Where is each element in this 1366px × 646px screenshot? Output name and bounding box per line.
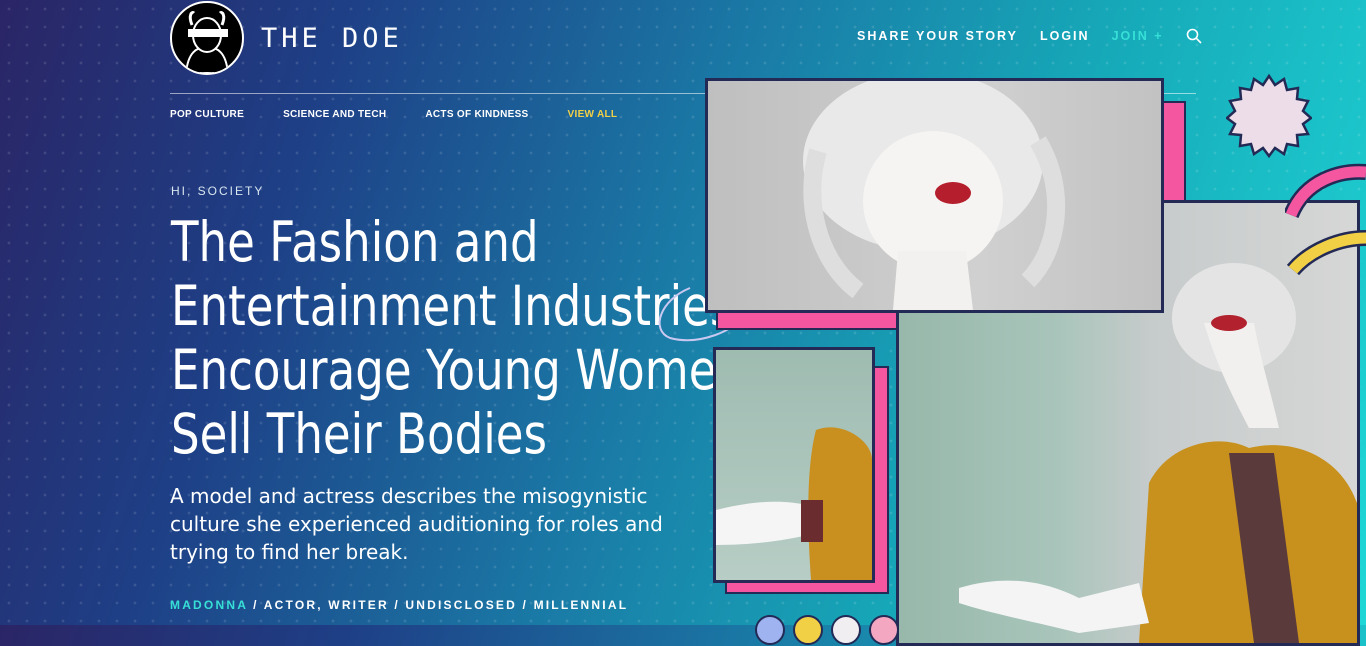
category-science-tech[interactable]: SCIENCE AND TECH xyxy=(283,109,386,120)
mannequin-arm-illustration xyxy=(716,427,872,580)
category-nav: POP CULTURE SCIENCE AND TECH ACTS OF KIN… xyxy=(170,109,656,120)
headline-line: The Fashion and xyxy=(171,210,539,274)
search-icon[interactable] xyxy=(1186,28,1202,44)
article-headline[interactable]: The Fashion and Entertainment Industries… xyxy=(171,210,805,466)
share-story-link[interactable]: SHARE YOUR STORY xyxy=(857,29,1018,43)
author-name[interactable]: MADONNA xyxy=(170,598,248,612)
category-acts-of-kindness[interactable]: ACTS OF KINDNESS xyxy=(425,109,528,120)
carousel-dots xyxy=(755,615,907,645)
article-dek: A model and actress describes the misogy… xyxy=(170,484,663,564)
category-pop-culture[interactable]: POP CULTURE xyxy=(170,109,244,120)
carousel-dot[interactable] xyxy=(831,615,861,645)
carousel-dot[interactable] xyxy=(755,615,785,645)
top-nav: SHARE YOUR STORY LOGIN JOIN + xyxy=(857,28,1202,44)
photo-top xyxy=(705,78,1164,313)
mannequin-face-illustration xyxy=(803,81,1066,310)
article-byline: MADONNA / ACTOR, WRITER / UNDISCLOSED / … xyxy=(170,598,628,612)
headline-line: Encourage Young Women to xyxy=(171,338,805,402)
starburst-badge-icon xyxy=(1226,73,1312,159)
photo-small xyxy=(713,347,875,583)
category-view-all[interactable]: VIEW ALL xyxy=(568,109,618,120)
carousel-dot[interactable] xyxy=(869,615,899,645)
headline-line: Entertainment Industries xyxy=(171,274,734,338)
join-link[interactable]: JOIN + xyxy=(1112,29,1164,43)
article-eyebrow[interactable]: HI, SOCIETY xyxy=(171,184,264,198)
login-link[interactable]: LOGIN xyxy=(1040,29,1090,43)
headline-line: Sell Their Bodies xyxy=(171,402,547,466)
author-details: / ACTOR, WRITER / UNDISCLOSED / MILLENNI… xyxy=(247,598,629,612)
carousel-dot[interactable] xyxy=(793,615,823,645)
logo-icon xyxy=(170,1,244,75)
brand-name: THE DOE xyxy=(261,22,403,54)
logo[interactable]: THE DOE xyxy=(170,1,403,75)
arc-decorations xyxy=(1285,163,1366,276)
